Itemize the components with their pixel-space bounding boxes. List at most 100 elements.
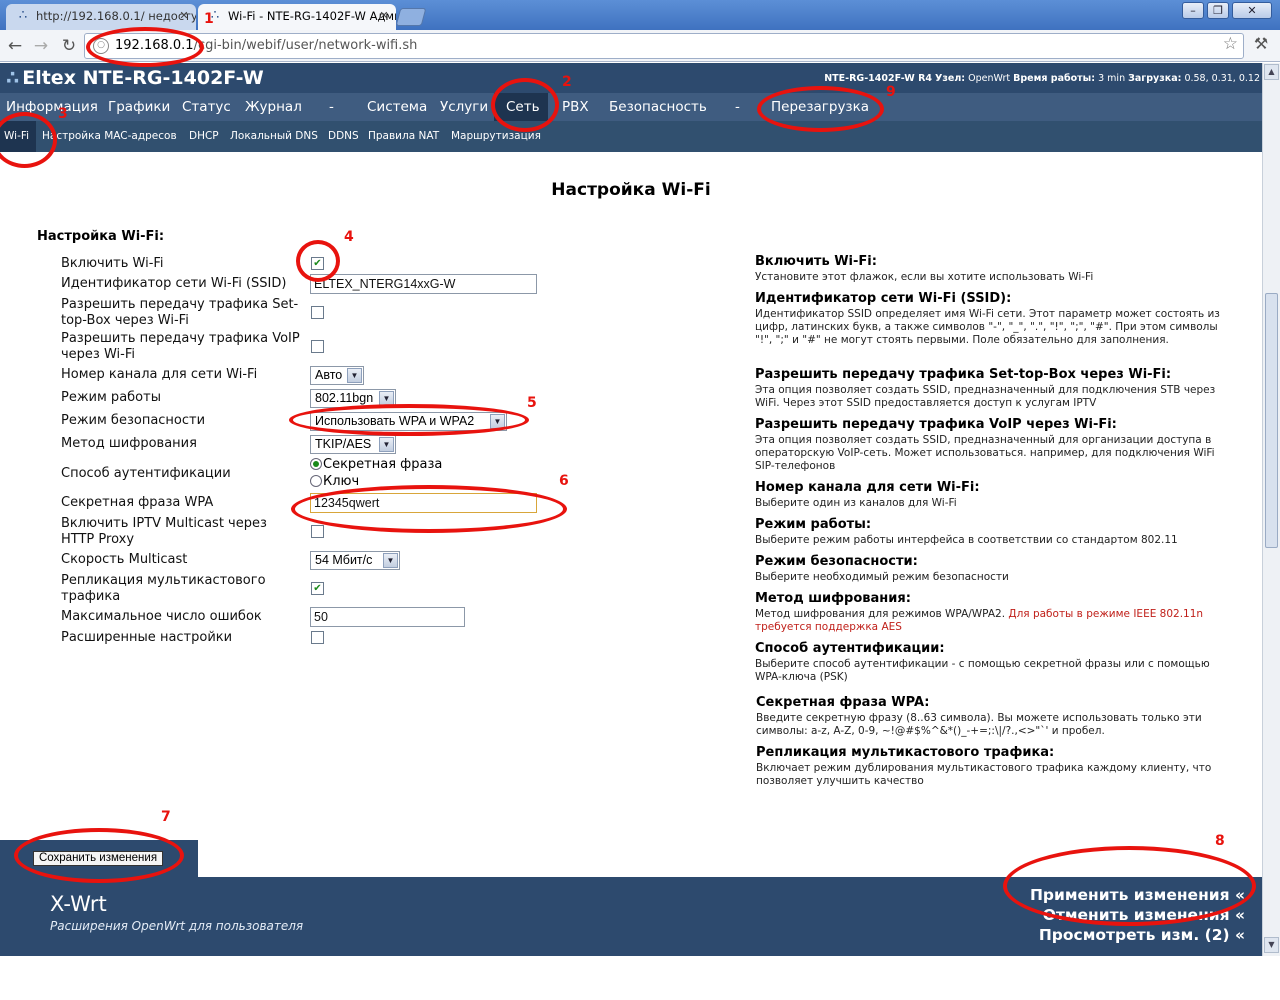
close-window-icon[interactable]: ✕	[1232, 2, 1272, 19]
eltex-logo-icon: ∴	[6, 67, 20, 89]
mode-label: Режим работы	[61, 390, 161, 405]
menu-separator: -	[329, 99, 334, 115]
enable-wifi-label: Включить Wi-Fi	[61, 256, 164, 271]
sub-menu: Wi-Fi Настройка MAC-адресов DHCP Локальн…	[0, 121, 1262, 152]
menu-item-security[interactable]: Безопасность	[605, 93, 711, 121]
max-errors-input[interactable]: 50	[310, 607, 465, 627]
ssid-input[interactable]: ELTEX_NTERG14xxG-W	[310, 274, 537, 294]
system-info: NTE-RG-1402F-W R4 Узел: OpenWrt Время ра…	[824, 73, 1260, 84]
help-text: Идентификатор SSID определяет имя Wi-Fi …	[755, 308, 1220, 346]
help-title: Разрешить передачу трафика Set-top-Box ч…	[755, 367, 1172, 382]
menu-item-graphs[interactable]: Графики	[104, 93, 174, 121]
annotation-oval	[757, 86, 884, 132]
reload-icon[interactable]: ↻	[58, 35, 80, 57]
auth-radio-passphrase[interactable]	[310, 458, 322, 470]
security-label: Режим безопасности	[61, 413, 206, 428]
help-text: Выберите один из каналов для Wi-Fi	[755, 497, 957, 509]
submenu-item-mac[interactable]: Настройка MAC-адресов	[38, 121, 181, 152]
help-title: Номер канала для сети Wi-Fi:	[755, 480, 980, 495]
menu-item-log[interactable]: Журнал	[241, 93, 306, 121]
annotation-number: 9	[886, 84, 896, 100]
minimize-icon[interactable]: –	[1182, 2, 1204, 19]
vertical-scrollbar[interactable]: ▲ ▼	[1262, 63, 1280, 956]
submenu-item-nat[interactable]: Правила NAT	[364, 121, 443, 152]
help-text: Эта опция позволяет создать SSID, предна…	[755, 434, 1215, 472]
help-text: Выберите необходимый режим безопасности	[755, 571, 1009, 583]
mcast-speed-label: Скорость Multicast	[61, 552, 188, 567]
annotation-number: 1	[204, 11, 214, 27]
wpa-phrase-label: Секретная фраза WPA	[61, 495, 214, 510]
annotation-oval	[289, 404, 529, 436]
advanced-checkbox[interactable]	[311, 631, 324, 644]
close-icon[interactable]: ✕	[378, 10, 390, 22]
channel-label: Номер канала для сети Wi-Fi	[61, 367, 258, 382]
auth-label: Способ аутентификации	[61, 466, 231, 481]
auth-radio-key[interactable]	[310, 475, 322, 487]
network-icon: ∴	[18, 8, 28, 23]
page-header: ∴ Eltex NTE-RG-1402F-W NTE-RG-1402F-W R4 …	[0, 63, 1262, 93]
submenu-item-dhcp[interactable]: DHCP	[185, 121, 223, 152]
scroll-up-icon[interactable]: ▲	[1264, 64, 1279, 80]
review-changes-link[interactable]: Просмотреть изм. (2) «	[1039, 926, 1245, 944]
help-title: Секретная фраза WPA:	[756, 695, 930, 710]
footer-brand: X-Wrt	[50, 892, 107, 916]
voip-checkbox[interactable]	[311, 340, 324, 353]
help-title: Репликация мультикастового трафика:	[756, 745, 1055, 760]
annotation-number: 5	[527, 395, 537, 411]
auth-option-key: Ключ	[323, 474, 360, 489]
section-title: Настройка Wi-Fi:	[37, 229, 165, 244]
menu-item-pbx[interactable]: PBX	[558, 93, 593, 121]
bookmark-star-icon[interactable]: ☆	[1223, 34, 1238, 54]
logo: ∴ Eltex NTE-RG-1402F-W	[6, 67, 264, 89]
browser-tab-inactive[interactable]: ∴ http://192.168.0.1/ недоступ ✕	[6, 4, 196, 30]
help-text: Эта опция позволяет создать SSID, предна…	[755, 384, 1216, 409]
footer-subtitle: Расширения OpenWrt для пользователя	[50, 919, 304, 933]
close-icon[interactable]: ✕	[178, 10, 190, 22]
annotation-number: 8	[1215, 833, 1225, 849]
help-text: Выберите способ аутентификации - с помощ…	[755, 658, 1210, 683]
annotation-oval	[0, 112, 57, 168]
cipher-select[interactable]: TKIP/AES ▼	[310, 435, 396, 454]
annotation-number: 4	[344, 229, 354, 245]
help-title: Включить Wi-Fi:	[755, 254, 877, 269]
voip-label: Разрешить передачу трафика VoIP через Wi…	[61, 331, 300, 362]
page-title: Настройка Wi-Fi	[551, 180, 711, 200]
scroll-thumb[interactable]	[1265, 293, 1278, 548]
iptv-checkbox[interactable]	[311, 525, 324, 538]
annotation-number: 7	[161, 809, 171, 825]
help-title: Способ аутентификации:	[755, 641, 945, 656]
annotation-oval	[296, 240, 340, 282]
annotation-oval	[291, 485, 567, 533]
browser-tab-active[interactable]: ∴ Wi-Fi - NTE-RG-1402F-W Адми ✕	[198, 4, 396, 30]
chevron-down-icon: ▼	[379, 437, 394, 452]
stb-checkbox[interactable]	[311, 306, 324, 319]
address-bar[interactable]: ○ 192.168.0.1/cgi-bin/webif/user/network…	[84, 33, 1244, 59]
scroll-down-icon[interactable]: ▼	[1264, 937, 1279, 953]
annotation-number: 6	[559, 473, 569, 489]
mcast-repl-checkbox[interactable]: ✔	[311, 582, 324, 595]
help-text: Введите секретную фразу (8..63 символа).…	[756, 712, 1202, 737]
annotation-oval	[86, 27, 204, 67]
menu-item-services[interactable]: Услуги	[436, 93, 492, 121]
tab-title: Wi-Fi - NTE-RG-1402F-W Адми	[228, 9, 396, 23]
channel-select[interactable]: Авто ▼	[310, 366, 364, 385]
mcast-repl-label: Репликация мультикастового трафика	[61, 573, 266, 604]
cipher-label: Метод шифрования	[61, 436, 197, 451]
help-title: Метод шифрования:	[755, 591, 911, 606]
new-tab-button[interactable]	[395, 8, 427, 26]
annotation-number: 3	[58, 106, 68, 122]
iptv-label: Включить IPTV Multicast через HTTP Proxy	[61, 516, 267, 547]
menu-item-system[interactable]: Система	[363, 93, 431, 121]
restore-icon[interactable]: ❐	[1207, 2, 1229, 19]
menu-item-status[interactable]: Статус	[178, 93, 235, 121]
mcast-speed-select[interactable]: 54 Мбит/с ▼	[310, 551, 400, 570]
main-menu: Информация Графики Статус Журнал - Систе…	[0, 93, 1262, 121]
forward-icon[interactable]: →	[30, 35, 52, 57]
submenu-item-dns[interactable]: Локальный DNS	[226, 121, 322, 152]
chevron-down-icon: ▼	[347, 368, 362, 383]
submenu-item-ddns[interactable]: DDNS	[324, 121, 363, 152]
help-title: Режим работы:	[755, 517, 872, 532]
back-icon[interactable]: ←	[4, 35, 26, 57]
wrench-icon[interactable]: ⚒	[1250, 34, 1272, 56]
annotation-oval	[1003, 846, 1256, 926]
